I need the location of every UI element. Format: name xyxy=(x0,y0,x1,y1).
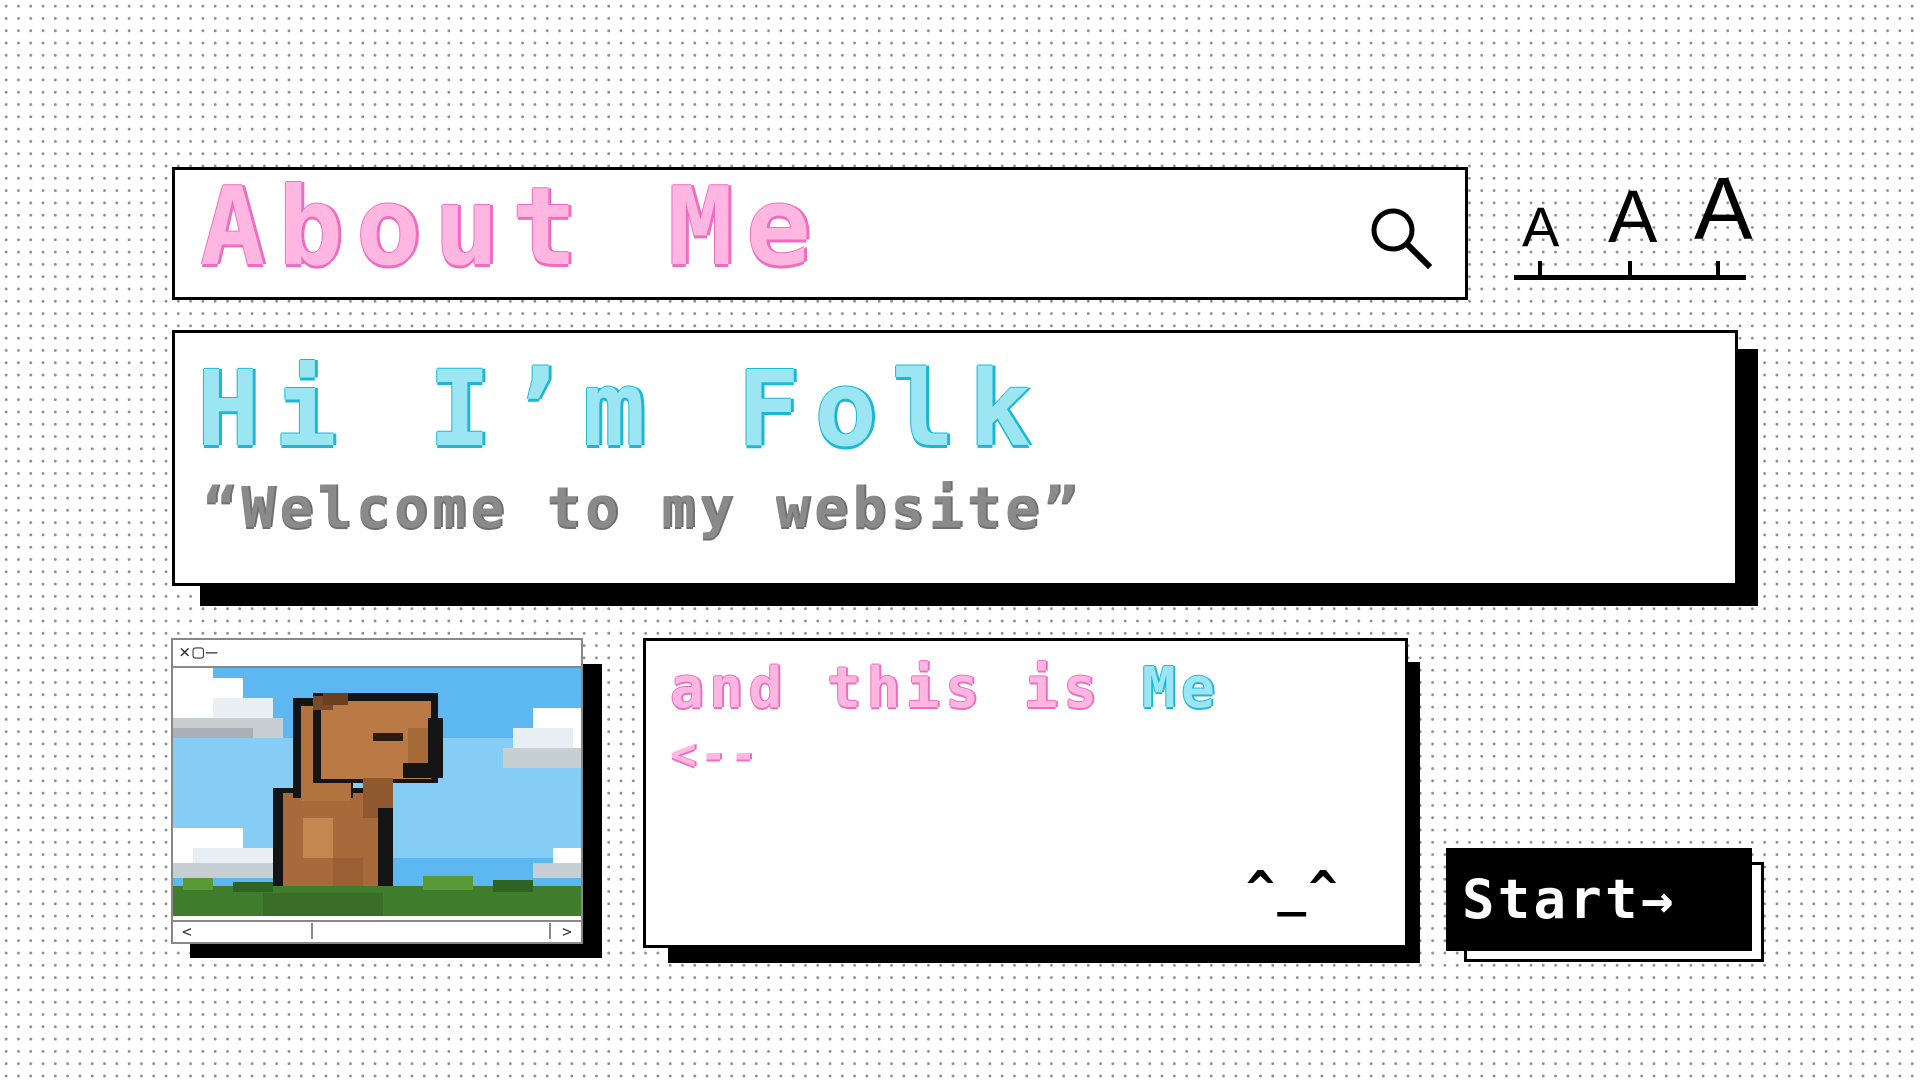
image-window-titlebar: ×▢– xyxy=(173,640,581,668)
caption-word: this xyxy=(827,656,985,721)
image-window: ×▢– < > xyxy=(171,638,583,944)
font-size-tick xyxy=(1538,261,1542,275)
caption-word: is xyxy=(1023,656,1103,721)
font-size-medium[interactable]: A xyxy=(1608,174,1657,259)
emoticon-face: ^_^ xyxy=(1246,861,1340,917)
font-size-small[interactable]: A xyxy=(1522,194,1559,259)
scrollbar-track[interactable] xyxy=(313,923,551,939)
caption-word-me: Me xyxy=(1141,656,1221,721)
page-title: About Me xyxy=(200,165,824,290)
font-size-large[interactable]: A xyxy=(1694,158,1753,260)
font-size-tick xyxy=(1628,261,1632,275)
caption-word: and xyxy=(670,656,788,721)
welcome-panel: Hi I’m Folk “Welcome to my website” xyxy=(172,330,1738,586)
me-caption: and this is Me xyxy=(670,661,1220,717)
welcome-heading: Hi I’m Folk xyxy=(197,348,1046,470)
pixel-capybara-image xyxy=(173,668,581,916)
horizontal-scrollbar[interactable]: < > xyxy=(173,920,581,942)
scrollbar-thumb[interactable] xyxy=(203,923,313,939)
start-button[interactable]: Start→ xyxy=(1446,848,1752,951)
scroll-left-button[interactable]: < xyxy=(173,922,201,942)
left-arrow-text: <-- xyxy=(670,729,761,780)
font-size-track[interactable] xyxy=(1514,275,1746,280)
font-size-control[interactable]: A A A xyxy=(1514,159,1753,284)
scroll-right-button[interactable]: > xyxy=(553,922,581,942)
title-bar: About Me xyxy=(172,167,1468,300)
search-icon[interactable] xyxy=(1367,204,1433,270)
font-size-tick xyxy=(1716,261,1720,275)
me-panel: and this is Me <-- ^_^ xyxy=(643,638,1408,948)
window-controls[interactable]: ×▢– xyxy=(179,641,219,663)
welcome-quote: “Welcome to my website” xyxy=(203,476,1082,541)
